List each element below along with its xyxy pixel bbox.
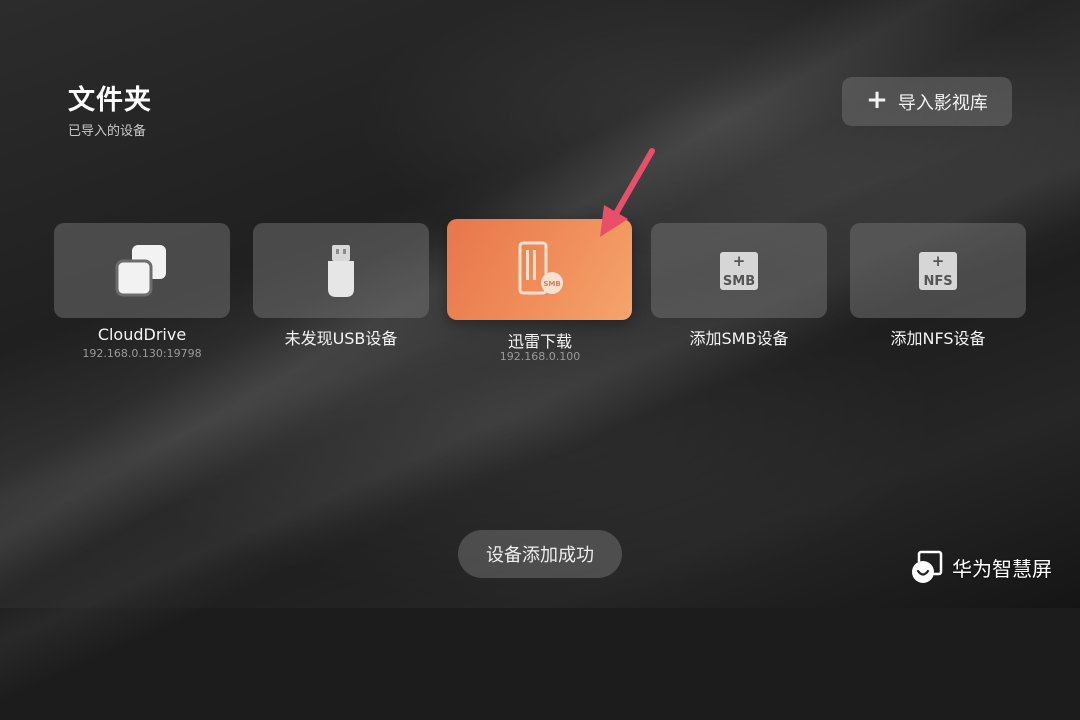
watermark: 华为智慧屏 bbox=[910, 550, 1052, 584]
add-nfs-icon: + NFS bbox=[919, 251, 957, 290]
device-label: CloudDrive bbox=[97, 325, 187, 344]
cloud-drive-icon bbox=[115, 244, 166, 296]
smb-server-icon: SMB bbox=[518, 241, 563, 294]
import-library-label: 导入影视库 bbox=[897, 92, 988, 114]
svg-text:SMB: SMB bbox=[543, 280, 560, 288]
page-subtitle: 已导入的设备 bbox=[68, 124, 147, 139]
page-title: 文件夹 bbox=[68, 85, 152, 116]
device-label: 未发现USB设备 bbox=[284, 329, 398, 348]
add-smb-icon: + SMB bbox=[720, 251, 758, 290]
toast-message: 设备添加成功 bbox=[458, 530, 622, 578]
usb-drive-icon bbox=[328, 244, 354, 297]
plus-icon: + bbox=[866, 85, 888, 115]
device-address: 192.168.0.130:19798 bbox=[82, 347, 202, 360]
device-address: 192.168.0.100 bbox=[499, 350, 581, 363]
watermark-text: 华为智慧屏 bbox=[952, 556, 1052, 581]
device-card-add-nfs[interactable]: + NFS bbox=[850, 223, 1026, 318]
import-library-button[interactable]: + 导入影视库 bbox=[842, 77, 1012, 126]
device-label: 添加SMB设备 bbox=[689, 329, 789, 348]
device-card-usb[interactable] bbox=[253, 223, 429, 318]
plus-icon: + bbox=[732, 251, 746, 270]
device-card-add-smb[interactable]: + SMB bbox=[651, 223, 827, 318]
annotation-arrow-icon bbox=[600, 148, 655, 237]
device-label: 添加NFS设备 bbox=[890, 329, 986, 348]
nfs-badge: NFS bbox=[923, 273, 953, 289]
device-label: 迅雷下载 bbox=[507, 332, 572, 351]
device-card-clouddrive[interactable] bbox=[54, 223, 230, 318]
watermark-logo-icon bbox=[912, 550, 943, 583]
plus-icon: + bbox=[931, 251, 945, 270]
smb-badge: SMB bbox=[722, 273, 756, 289]
